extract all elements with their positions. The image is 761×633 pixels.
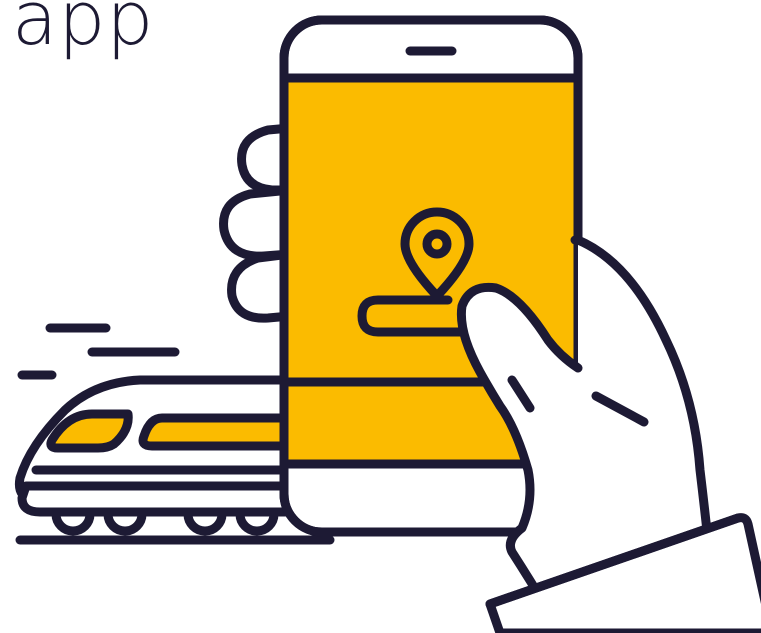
- speed-lines: [17, 323, 180, 380]
- illustration-stage: app: [0, 0, 761, 633]
- app-illustration: [14, 15, 761, 633]
- train-icon: [14, 375, 305, 536]
